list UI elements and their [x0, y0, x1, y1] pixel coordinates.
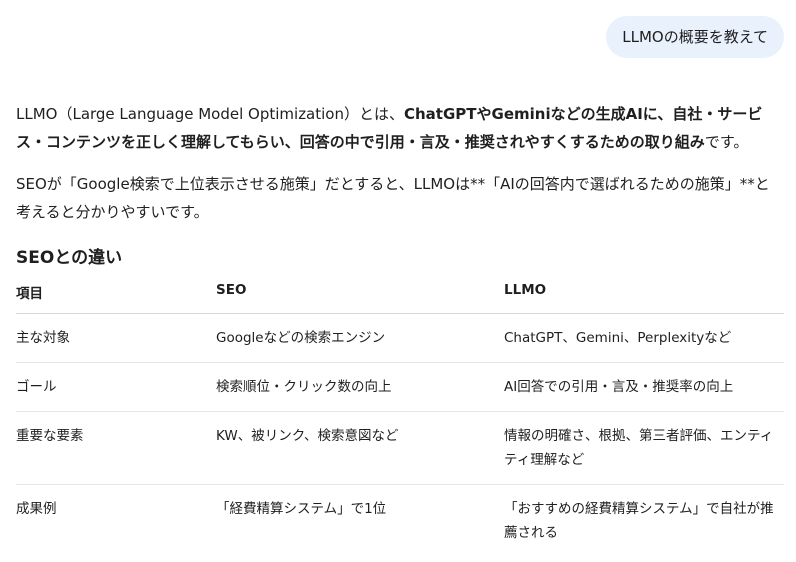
table-header-row: 項目 SEO LLMO — [16, 282, 784, 314]
table-row: 成果例 「経費精算システム」で1位 「おすすめの経費精算システム」で自社が推薦さ… — [16, 485, 784, 558]
table-cell: 「おすすめの経費精算システム」で自社が推薦される — [504, 501, 774, 541]
table-header-seo: SEO — [216, 282, 504, 314]
table-row: ゴール 検索順位・クリック数の向上 AI回答での引用・言及・推奨率の向上 — [16, 362, 784, 412]
definition-intro: LLMO（Large Language Model Optimization）と… — [16, 105, 404, 123]
table-cell: AI回答での引用・言及・推奨率の向上 — [504, 362, 784, 412]
answer-paragraph-comparison: SEOが「Google検索で上位表示させる施策」だとすると、LLMOは**「AI… — [16, 175, 770, 221]
user-message-bubble: LLMOの概要を教えて — [606, 16, 784, 58]
table-cell: 「経費精算システム」で1位 — [216, 501, 387, 517]
table-cell: ChatGPT、Gemini、Perplexityなど — [504, 313, 784, 363]
table-cell: 成果例 — [16, 501, 57, 517]
table-cell: 主な対象 — [16, 313, 216, 363]
user-message-text: LLMOの概要を教えて — [622, 28, 768, 46]
answer-paragraph-definition: LLMO（Large Language Model Optimization）と… — [16, 100, 784, 156]
table-header-item: 項目 — [16, 282, 216, 314]
table-cell: 重要な要素 — [16, 411, 216, 485]
table-cell: Googleなどの検索エンジン — [216, 313, 504, 363]
table-cell: ゴール — [16, 362, 216, 412]
comparison-table: 項目 SEO LLMO 主な対象 Googleなどの検索エンジン ChatGPT… — [16, 282, 784, 557]
table-row: 主な対象 Googleなどの検索エンジン ChatGPT、Gemini、Perp… — [16, 313, 784, 363]
assistant-answer: LLMO（Large Language Model Optimization）と… — [16, 100, 784, 557]
table-cell: 検索順位・クリック数の向上 — [216, 362, 504, 412]
table-row: 重要な要素 KW、被リンク、検索意図など 情報の明確さ、根拠、第三者評価、エンテ… — [16, 411, 784, 485]
section-heading: SEOとの違い — [16, 248, 123, 268]
table-cell: 情報の明確さ、根拠、第三者評価、エンティティ理解など — [504, 411, 784, 485]
definition-end: です。 — [704, 133, 749, 151]
table-header-llmo: LLMO — [504, 282, 784, 314]
table-cell: KW、被リンク、検索意図など — [216, 411, 504, 485]
